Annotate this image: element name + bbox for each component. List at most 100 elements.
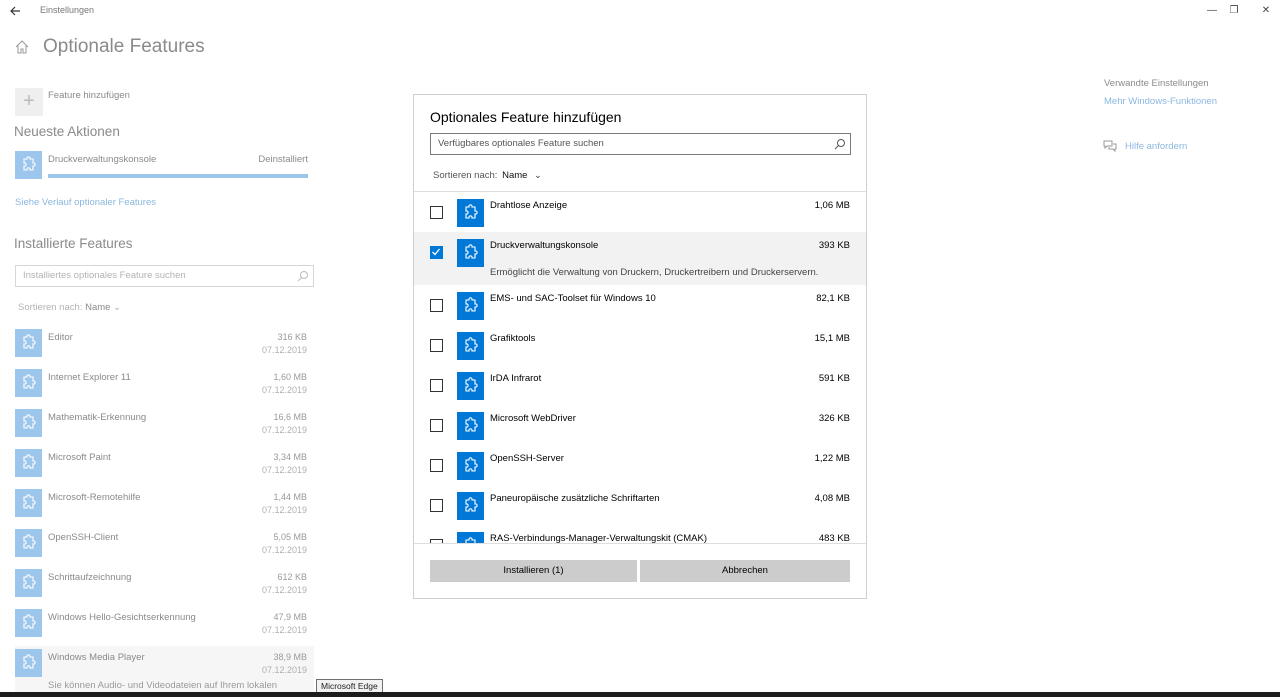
feature-description: Sie können Audio- und Videodateien auf I… [48,680,278,691]
installed-feature-item[interactable]: Microsoft-Remotehilfe 1,44 MB 07.12.2019 [15,486,314,526]
feature-name: Microsoft-Remotehilfe [48,492,141,503]
available-feature-item[interactable]: Drahtlose Anzeige 1,06 MB [414,192,866,232]
chat-help-icon [1103,140,1117,153]
puzzle-piece-icon [457,239,484,267]
feature-checkbox[interactable] [430,499,443,512]
available-feature-item[interactable]: Microsoft WebDriver 326 KB [414,405,866,445]
recent-action-progress [48,174,308,178]
feature-name: Mathematik-Erkennung [48,412,147,423]
feature-history-link[interactable]: Siehe Verlauf optionaler Features [15,197,156,208]
dialog-search-input[interactable]: Verfügbares optionales Feature suchen [430,133,851,155]
recent-action-name: Druckverwaltungskonsole [48,154,157,165]
feature-name: RAS-Verbindungs-Manager-Verwaltungskit (… [490,533,708,543]
feature-name: Microsoft Paint [48,452,111,463]
available-feature-item[interactable]: Druckverwaltungskonsole 393 KB Ermöglicht … [414,232,866,285]
puzzle-piece-icon [457,199,484,227]
progress-fill [48,174,308,178]
feature-size: 15,1 MB [814,333,850,344]
feature-date: 07.12.2019 [261,345,307,355]
feature-size: 612 KB [277,572,307,582]
search-icon[interactable] [297,270,309,282]
installed-features-heading: Installierte Features [14,236,133,251]
installed-search-input[interactable]: Installiertes optionales Feature suchen [15,265,314,287]
puzzle-piece-icon [15,609,42,637]
feature-size: 393 KB [818,240,850,251]
feature-checkbox[interactable] [430,459,443,472]
feature-size: 483 KB [818,533,850,543]
add-feature-label: Feature hinzufügen [48,90,130,101]
feature-name: Editor [48,332,73,343]
chevron-down-icon: ⌄ [113,302,122,313]
puzzle-piece-icon [15,329,42,357]
back-button[interactable] [4,2,26,20]
feature-checkbox[interactable] [430,299,443,312]
feature-size: 1,60 MB [273,372,307,382]
feature-checkbox[interactable] [430,419,443,432]
related-settings-heading: Verwandte Einstellungen [1104,78,1209,89]
puzzle-piece-icon [457,332,484,360]
available-feature-item[interactable]: EMS- und SAC-Toolset für Windows 10 82,1 … [414,285,866,325]
installed-feature-item[interactable]: Windows Media Player 38,9 MB 07.12.2019 Sie… [15,646,314,694]
taskbar [0,692,1280,697]
feature-checkbox[interactable] [430,246,443,259]
feature-checkbox[interactable] [430,206,443,219]
installed-feature-item[interactable]: Internet Explorer 11 1,60 MB 07.12.2019 [15,366,314,406]
feature-size: 1,22 MB [814,453,850,464]
close-button[interactable]: ✕ [1250,2,1280,20]
install-button[interactable]: Installieren (1) [430,560,637,582]
feature-name: Internet Explorer 11 [48,372,131,383]
home-icon[interactable] [14,39,30,55]
feature-date: 07.12.2019 [261,665,307,675]
maximize-button[interactable]: ❐ [1218,2,1250,20]
feature-date: 07.12.2019 [261,545,307,555]
feature-size: 3,34 MB [273,452,307,462]
installed-search-placeholder: Installiertes optionales Feature suchen [23,270,186,281]
sort-label: Sortieren nach: [18,302,83,313]
available-feature-item[interactable]: Grafiktools 15,1 MB [414,325,866,365]
feature-size: 38,9 MB [273,652,307,662]
checkmark-icon [432,248,441,256]
feature-name: Windows Media Player [48,652,145,663]
installed-feature-item[interactable]: Windows Hello-Gesichtserkennung 47,9 MB 07… [15,606,314,646]
recent-actions-heading: Neueste Aktionen [14,124,120,139]
feature-date: 07.12.2019 [261,385,307,395]
feature-date: 07.12.2019 [261,425,307,435]
feature-name: Microsoft WebDriver [490,413,576,424]
puzzle-piece-icon [457,492,484,520]
available-feature-item[interactable]: RAS-Verbindungs-Manager-Verwaltungskit (… [414,525,866,543]
installed-feature-item[interactable]: Schrittaufzeichnung 612 KB 07.12.2019 [15,566,314,606]
sort-value: Name [85,302,111,313]
puzzle-piece-icon [457,372,484,400]
installed-feature-item[interactable]: OpenSSH-Client 5,05 MB 07.12.2019 [15,526,314,566]
feature-name: Druckverwaltungskonsole [490,240,599,251]
search-icon[interactable] [834,138,846,150]
installed-feature-item[interactable]: Editor 316 KB 07.12.2019 [15,326,314,366]
add-optional-feature-dialog: Optionales Feature hinzufügen Verfügbare… [413,94,867,599]
get-help-link[interactable]: Hilfe anfordern [1103,140,1253,154]
available-feature-item[interactable]: Paneuropäische zusätzliche Schriftarten 4… [414,485,866,525]
dialog-sort-dropdown[interactable]: Sortieren nach: Name ⌄ [433,170,542,181]
feature-checkbox[interactable] [430,379,443,392]
add-feature-button[interactable]: + Feature hinzufügen [15,88,215,116]
divider [414,543,866,544]
available-feature-list[interactable]: Drahtlose Anzeige 1,06 MB Druckverwaltungs… [414,192,866,543]
page-title: Optionale Features [43,36,205,57]
puzzle-piece-icon [15,369,42,397]
feature-checkbox[interactable] [430,339,443,352]
installed-feature-item[interactable]: Mathematik-Erkennung 16,6 MB 07.12.2019 [15,406,314,446]
puzzle-piece-icon [15,529,42,557]
puzzle-piece-icon [457,452,484,480]
feature-size: 16,6 MB [273,412,307,422]
available-feature-item[interactable]: OpenSSH-Server 1,22 MB [414,445,866,485]
feature-date: 07.12.2019 [261,465,307,475]
sort-value: Name [502,170,528,181]
available-feature-item[interactable]: IrDA Infrarot 591 KB [414,365,866,405]
installed-feature-item[interactable]: Microsoft Paint 3,34 MB 07.12.2019 [15,446,314,486]
feature-name: IrDA Infrarot [490,373,542,384]
cancel-button[interactable]: Abbrechen [640,560,850,582]
feature-name: Windows Hello-Gesichtserkennung [48,612,196,623]
puzzle-piece-icon [15,449,42,477]
more-windows-features-link[interactable]: Mehr Windows-Funktionen [1104,96,1217,107]
puzzle-piece-icon [15,409,42,437]
installed-sort-dropdown[interactable]: Sortieren nach: Name ⌄ [18,302,121,313]
